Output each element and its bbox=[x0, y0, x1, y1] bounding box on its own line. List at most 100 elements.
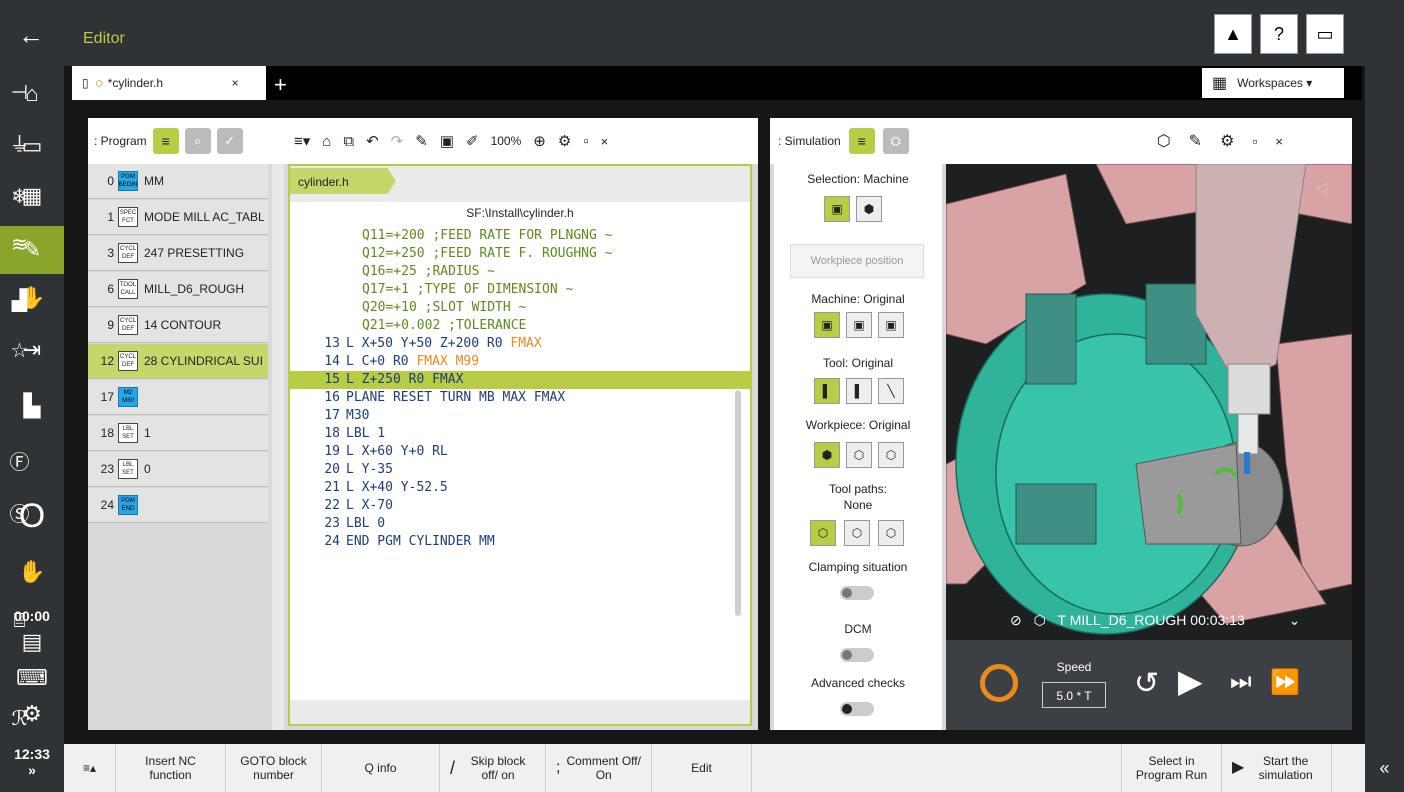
window-switch-icon[interactable]: ▭ bbox=[1306, 14, 1344, 54]
hand-icon[interactable]: ✋ bbox=[0, 548, 64, 596]
collapse-icon[interactable]: « bbox=[1365, 744, 1404, 792]
maximize-icon[interactable]: ▫ bbox=[583, 133, 588, 150]
reset-icon[interactable]: ↺ bbox=[1134, 666, 1159, 701]
program-row[interactable]: 12 CYCL DEF 28 CYLINDRICAL SUI bbox=[88, 344, 268, 379]
code-line[interactable]: 15 L Z+250 R0 FMAX bbox=[290, 371, 750, 389]
speed-value[interactable]: 5.0 * T bbox=[1042, 682, 1106, 708]
edit-icon[interactable]: ✎ bbox=[1189, 131, 1202, 151]
code-line[interactable]: 18 LBL 1 bbox=[290, 425, 750, 443]
search-icon[interactable]: ⌕ bbox=[184, 128, 211, 154]
tool-transparent-icon[interactable]: ▌ bbox=[846, 378, 872, 404]
code-line[interactable]: Q16=+25 ;RADIUS ~ bbox=[290, 263, 750, 281]
simulation-3d-view[interactable]: ◁ bbox=[946, 164, 1352, 640]
toolpath-points-icon[interactable]: ⬡ bbox=[878, 520, 904, 546]
code-line[interactable]: 16 PLANE RESET TURN MB MAX FMAX bbox=[290, 389, 750, 407]
help-icon[interactable]: ? bbox=[1260, 14, 1298, 54]
q-info-button[interactable]: Q info bbox=[322, 744, 440, 792]
code-line[interactable]: 19 L X+60 Y+0 RL bbox=[290, 443, 750, 461]
cube-icon[interactable]: ⬡ bbox=[1157, 131, 1171, 151]
fast-forward-icon[interactable]: ⏩ bbox=[1270, 668, 1300, 697]
undo-icon[interactable]: ↶ bbox=[366, 132, 379, 150]
code-line[interactable]: 23 LBL 0 bbox=[290, 515, 750, 533]
code-scrollbar[interactable] bbox=[735, 390, 741, 616]
select-in-program-run-button[interactable]: Select in Program Run bbox=[1122, 744, 1222, 792]
comment-button[interactable]: ; Comment Off/ On bbox=[546, 744, 652, 792]
code-line[interactable]: Q12=+250 ;FEED RATE F. ROUGHNG ~ bbox=[290, 245, 750, 263]
toolpath-lines-icon[interactable]: ⬡ bbox=[844, 520, 870, 546]
code-area[interactable]: Q11=+200 ;FEED RATE FOR PLNGNG ~ Q12=+250… bbox=[290, 224, 750, 700]
compare-icon[interactable]: ⧉ bbox=[343, 133, 354, 150]
code-line[interactable]: Q21=+0.002 ;TOLERANCE bbox=[290, 317, 750, 335]
code-line[interactable]: Q20=+10 ;SLOT WIDTH ~ bbox=[290, 299, 750, 317]
door-icon[interactable]: ⌸ bbox=[0, 610, 39, 633]
coolant-icon[interactable]: ❄ bbox=[0, 184, 39, 209]
single-block-icon[interactable]: ⏭ bbox=[1230, 668, 1252, 696]
workpiece-transparent-icon[interactable]: ⬡ bbox=[846, 442, 872, 468]
close-icon[interactable]: × bbox=[1275, 134, 1283, 149]
tool-original-icon[interactable]: ▌ bbox=[814, 378, 840, 404]
spindle-override-icon[interactable]: Ⓢ bbox=[0, 498, 39, 527]
maximize-icon[interactable]: ▫ bbox=[1252, 133, 1257, 149]
key-icon[interactable]: ⊣ bbox=[0, 80, 39, 105]
program-row[interactable]: 0 PGM BEGIN MM bbox=[88, 164, 268, 199]
dcm-toggle[interactable] bbox=[840, 648, 874, 662]
edit-icon[interactable]: ✎ bbox=[415, 132, 428, 150]
save-as-icon[interactable]: ✐ bbox=[466, 132, 479, 150]
workspaces-button[interactable]: ▦ Workspaces ▾ bbox=[1202, 68, 1344, 98]
tool-icon[interactable]: ⛭ bbox=[882, 128, 909, 154]
close-icon[interactable]: × bbox=[601, 134, 609, 149]
start-simulation-button[interactable]: ▶ Start the simulation bbox=[1222, 744, 1332, 792]
list-icon[interactable]: ≡ bbox=[848, 128, 875, 154]
play-icon[interactable]: ▶ bbox=[1178, 662, 1203, 700]
feed-override-icon[interactable]: Ⓕ bbox=[0, 446, 39, 475]
code-line[interactable]: 13 L X+50 Y+50 Z+200 R0 FMAX bbox=[290, 335, 750, 353]
add-tab-button[interactable]: + bbox=[274, 72, 287, 98]
machine-view-icon[interactable]: ▣ bbox=[824, 196, 850, 222]
machine-original-icon[interactable]: ▣ bbox=[814, 312, 840, 338]
advanced-checks-toggle[interactable] bbox=[840, 702, 874, 716]
code-line[interactable]: 14 L C+0 R0 FMAX M99 bbox=[290, 353, 750, 371]
settings-icon[interactable]: ⚙ bbox=[558, 132, 571, 150]
clamping-toggle[interactable] bbox=[840, 586, 874, 600]
code-line[interactable]: Q11=+200 ;FEED RATE FOR PLNGNG ~ bbox=[290, 227, 750, 245]
program-row[interactable]: 3 CYCL DEF 247 PRESETTING bbox=[88, 236, 268, 271]
menu-icon[interactable]: ≡▾ bbox=[294, 132, 310, 150]
settings-icon[interactable]: ⚙ bbox=[1220, 131, 1234, 151]
plug-icon[interactable]: ⏚ bbox=[0, 128, 39, 157]
program-row[interactable]: 17 M2 M30 bbox=[88, 380, 268, 415]
user-key-icon[interactable]: ℛ bbox=[0, 706, 39, 731]
program-row[interactable]: 23 LBL SET 0 bbox=[88, 452, 268, 487]
edit-button[interactable]: Edit bbox=[652, 744, 752, 792]
code-line[interactable]: 21 L X+40 Y-52.5 bbox=[290, 479, 750, 497]
tab-cylinder[interactable]: ▯ ○ *cylinder.h × bbox=[72, 66, 266, 100]
bag-icon[interactable]: ⌂ bbox=[322, 133, 331, 150]
program-row[interactable]: 1 SPEC FCT MODE MILL AC_TABL bbox=[88, 200, 268, 235]
program-row[interactable]: 6 TOOL CALL MILL_D6_ROUGH bbox=[88, 272, 268, 307]
close-icon[interactable]: × bbox=[232, 76, 239, 90]
machine-icon[interactable]: ▙ bbox=[0, 382, 64, 430]
workpiece-position-button[interactable]: Workpiece position bbox=[790, 244, 924, 278]
axis-icon[interactable]: ≋ bbox=[0, 232, 39, 257]
warning-icon[interactable]: ▲ bbox=[1214, 14, 1252, 54]
program-row[interactable]: 18 LBL SET 1 bbox=[88, 416, 268, 451]
chevron-down-icon[interactable]: ⌄ bbox=[1289, 612, 1301, 628]
star-icon[interactable]: ☆ bbox=[0, 338, 39, 363]
program-row[interactable]: 9 CYCL DEF 14 CONTOUR bbox=[88, 308, 268, 343]
tool-magazine-icon[interactable]: ▟ bbox=[0, 288, 39, 313]
machine-wire-icon[interactable]: ▣ bbox=[878, 312, 904, 338]
program-row[interactable]: 24 PGM END bbox=[88, 488, 268, 523]
code-line[interactable]: Q17=+1 ;TYPE OF DIMENSION ~ bbox=[290, 281, 750, 299]
code-line[interactable]: 20 L Y-35 bbox=[290, 461, 750, 479]
scrollbar[interactable] bbox=[272, 164, 284, 730]
save-icon[interactable]: ▣ bbox=[440, 132, 454, 150]
code-line[interactable]: 17 M30 bbox=[290, 407, 750, 425]
expand-icon[interactable]: » bbox=[0, 762, 64, 778]
goto-block-button[interactable]: GOTO block number bbox=[226, 744, 322, 792]
menu-button[interactable]: ≡▴ bbox=[64, 744, 116, 792]
arrow-left-icon[interactable]: ← bbox=[18, 22, 44, 48]
list-icon[interactable]: ≡ bbox=[152, 128, 179, 154]
tool-wire-icon[interactable]: ╲ bbox=[878, 378, 904, 404]
workpiece-wire-icon[interactable]: ⬡ bbox=[878, 442, 904, 468]
workpiece-original-icon[interactable]: ⬢ bbox=[814, 442, 840, 468]
skip-block-button[interactable]: / Skip block off/ on bbox=[440, 744, 546, 792]
